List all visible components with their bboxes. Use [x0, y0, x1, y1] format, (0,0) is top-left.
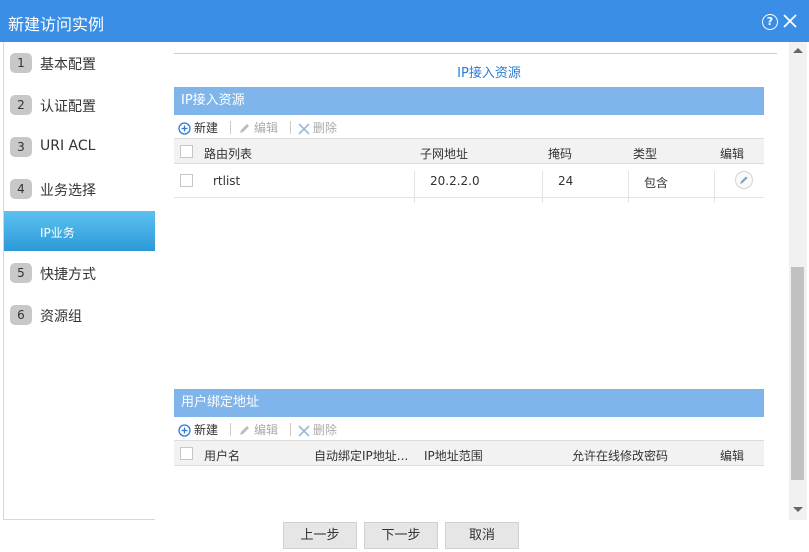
- user-edit-button[interactable]: 编辑: [238, 421, 278, 438]
- step-label: 业务选择: [40, 183, 96, 199]
- step-sub-label: IP业务: [40, 226, 75, 240]
- content-scrollbar[interactable]: [789, 42, 807, 520]
- step-ip-service-active[interactable]: IP业务: [4, 211, 155, 251]
- user-new-button[interactable]: 新建: [178, 421, 218, 438]
- cell-divider: [542, 171, 543, 203]
- wizard-steps-sidebar: 1 基本配置 2 认证配置 3 URI ACL 4 业务选择 IP业务 5 快捷…: [3, 42, 155, 520]
- col-username[interactable]: 用户名: [204, 447, 240, 464]
- user-panel-toolbar: 新建 编辑 删除: [174, 418, 764, 440]
- pencil-icon: [240, 124, 249, 133]
- step-label: 基本配置: [40, 57, 96, 73]
- col-subnet[interactable]: 子网地址: [420, 145, 468, 162]
- section-title: IP接入资源: [457, 66, 521, 81]
- toolbar-separator: [290, 423, 291, 436]
- table-row[interactable]: rtlist 20.2.2.0 24 包含: [174, 165, 764, 203]
- user-delete-button[interactable]: 删除: [298, 421, 337, 438]
- col-ip-range[interactable]: IP地址范围: [424, 447, 483, 464]
- dialog-title: 新建访问实例: [8, 15, 105, 34]
- col-auto-bind-ip[interactable]: 自动绑定IP地址...: [314, 447, 408, 464]
- cell-mask: 24: [558, 174, 574, 188]
- col-mask[interactable]: 掩码: [548, 145, 572, 162]
- add-icon: [178, 122, 191, 135]
- col-edit: 编辑: [720, 449, 745, 463]
- cell-type: 包含: [644, 176, 669, 190]
- cell-route: rtlist: [213, 174, 241, 188]
- ip-edit-label: 编辑: [254, 121, 279, 135]
- select-all-checkbox[interactable]: [180, 145, 193, 158]
- user-grid-header: 用户名 自动绑定IP地址... IP地址范围 允许在线修改密码 编辑: [174, 440, 764, 466]
- step-basic-config[interactable]: 1 基本配置: [4, 43, 155, 83]
- step-auth-config[interactable]: 2 认证配置: [4, 85, 155, 125]
- step-label: 快捷方式: [40, 267, 96, 283]
- step-shortcuts[interactable]: 5 快捷方式: [4, 253, 155, 293]
- pencil-icon: [240, 426, 249, 435]
- cell-divider: [628, 171, 629, 203]
- cell-divider: [714, 171, 715, 203]
- step-number: 3: [10, 137, 32, 157]
- user-panel-header: 用户绑定地址: [174, 389, 764, 417]
- next-step-button[interactable]: 下一步: [364, 522, 438, 549]
- ip-delete-label: 删除: [313, 121, 338, 135]
- ip-new-button[interactable]: 新建: [178, 119, 218, 136]
- delete-x-icon: [298, 424, 310, 437]
- prev-step-button[interactable]: 上一步: [283, 522, 357, 549]
- step-label: 资源组: [40, 309, 82, 325]
- edit-row-icon[interactable]: [735, 171, 753, 189]
- cell-divider: [414, 171, 415, 203]
- col-type[interactable]: 类型: [633, 145, 657, 162]
- delete-x-icon: [298, 122, 310, 135]
- cancel-button[interactable]: 取消: [445, 522, 519, 549]
- row-checkbox[interactable]: [180, 174, 193, 187]
- step-number: 5: [10, 263, 32, 283]
- scroll-down-arrow-icon[interactable]: [793, 507, 803, 512]
- step-number: 1: [10, 53, 32, 73]
- toolbar-separator: [230, 121, 231, 134]
- scrollbar-thumb[interactable]: [791, 267, 804, 480]
- ip-new-label: 新建: [194, 121, 219, 135]
- ip-panel-header: IP接入资源: [174, 87, 764, 115]
- col-edit: 编辑: [720, 147, 745, 161]
- step-uri-acl[interactable]: 3 URI ACL: [4, 127, 155, 167]
- step-resource-group[interactable]: 6 资源组: [4, 295, 155, 335]
- ip-panel-toolbar: 新建 编辑 删除: [174, 116, 764, 138]
- dialog-titlebar: 新建访问实例 ?: [0, 0, 809, 42]
- toolbar-separator: [290, 121, 291, 134]
- step-label: 认证配置: [40, 99, 96, 115]
- select-all-checkbox[interactable]: [180, 447, 193, 460]
- user-edit-label: 编辑: [254, 423, 279, 437]
- col-route-list[interactable]: 路由列表: [204, 145, 252, 162]
- toolbar-separator: [230, 423, 231, 436]
- user-delete-label: 删除: [313, 423, 338, 437]
- ip-delete-button[interactable]: 删除: [298, 119, 337, 136]
- close-icon[interactable]: [782, 13, 798, 29]
- cell-subnet: 20.2.2.0: [430, 174, 480, 188]
- step-number: 6: [10, 305, 32, 325]
- step-label: URI ACL: [40, 138, 96, 154]
- ip-edit-button[interactable]: 编辑: [238, 119, 278, 136]
- ip-grid-header: 路由列表 子网地址 掩码 类型 编辑: [174, 138, 764, 164]
- step-number: 4: [10, 179, 32, 199]
- content-divider: [174, 53, 777, 54]
- pencil-icon: [740, 176, 748, 184]
- user-new-label: 新建: [194, 423, 219, 437]
- scroll-up-arrow-icon[interactable]: [793, 48, 803, 53]
- add-icon: [178, 424, 191, 437]
- help-icon[interactable]: ?: [762, 14, 778, 30]
- step-number: 2: [10, 95, 32, 115]
- col-allow-change-password[interactable]: 允许在线修改密码: [572, 447, 668, 464]
- step-service-select[interactable]: 4 业务选择: [4, 169, 155, 209]
